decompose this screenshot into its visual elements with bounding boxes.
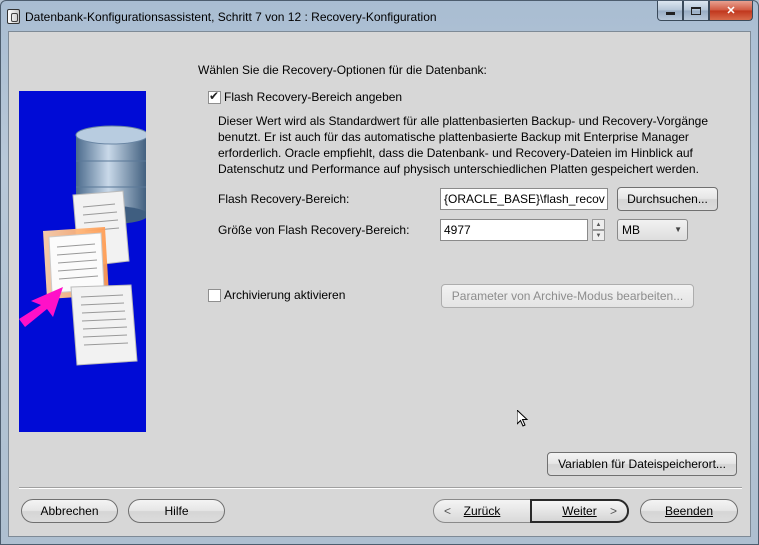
size-increment-button[interactable]: ▲ [592, 219, 605, 230]
flash-size-input[interactable]: 4977 [440, 219, 588, 241]
archive-option[interactable]: Archivierung aktivieren [208, 288, 345, 302]
maximize-button[interactable] [683, 1, 709, 21]
finish-button-label: Beenden [664, 504, 714, 518]
wizard-content: Wählen Sie die Recovery-Optionen für die… [8, 31, 751, 537]
back-button[interactable]: < Zurück [434, 499, 530, 523]
chevron-down-icon: ▼ [674, 225, 682, 234]
help-button[interactable]: Hilfe [128, 499, 225, 523]
close-button[interactable]: ✕ [709, 1, 753, 21]
cancel-button[interactable]: Abbrechen [21, 499, 118, 523]
flash-recovery-option[interactable]: Flash Recovery-Bereich angeben [208, 89, 403, 104]
browse-button[interactable]: Durchsuchen... [617, 187, 718, 211]
app-window: Datenbank-Konfigurationsassistent, Schri… [0, 0, 759, 545]
next-button-label: Weiter [562, 504, 597, 518]
flash-size-label: Größe von Flash Recovery-Bereich: [218, 223, 410, 237]
window-title: Datenbank-Konfigurationsassistent, Schri… [25, 10, 437, 24]
next-button[interactable]: Weiter > [530, 499, 629, 523]
db-config-app-icon[interactable] [7, 9, 20, 24]
title-bar[interactable]: Datenbank-Konfigurationsassistent, Schri… [1, 1, 758, 31]
mouse-cursor-icon [517, 410, 529, 427]
flash-recovery-description: Dieser Wert wird als Standardwert für al… [218, 114, 709, 176]
maximize-icon [691, 6, 701, 15]
arrow-down-icon: ▼ [595, 232, 602, 239]
window-controls: ✕ [657, 1, 753, 21]
back-button-label: Zurück [463, 504, 501, 518]
database-illustration [19, 91, 146, 432]
flash-area-input[interactable]: {ORACLE_BASE}\flash_recov [440, 188, 608, 210]
minimize-icon [665, 12, 675, 15]
archive-checkbox-label: Archivierung aktivieren [224, 288, 346, 302]
footer-divider [19, 487, 742, 489]
finish-button[interactable]: Beenden [640, 499, 738, 523]
chevron-right-icon: > [609, 504, 617, 518]
chevron-left-icon: < [444, 504, 452, 518]
flash-area-label: Flash Recovery-Bereich: [218, 192, 350, 206]
file-location-variables-button[interactable]: Variablen für Dateispeicherort... [547, 452, 737, 476]
database-documents-icon [19, 125, 146, 366]
size-unit-value: MB [622, 223, 640, 237]
prompt-text: Wählen Sie die Recovery-Optionen für die… [198, 63, 487, 77]
flash-recovery-checkbox[interactable] [208, 89, 221, 104]
archive-params-button[interactable]: Parameter von Archive-Modus bearbeiten..… [441, 284, 694, 308]
archive-checkbox[interactable] [208, 288, 221, 302]
close-icon: ✕ [726, 5, 736, 17]
flash-recovery-checkbox-label: Flash Recovery-Bereich angeben [224, 90, 403, 104]
arrow-up-icon: ▲ [595, 221, 602, 228]
size-decrement-button[interactable]: ▼ [592, 230, 605, 241]
minimize-button[interactable] [657, 1, 683, 21]
size-unit-select[interactable]: MB ▼ [617, 219, 688, 241]
